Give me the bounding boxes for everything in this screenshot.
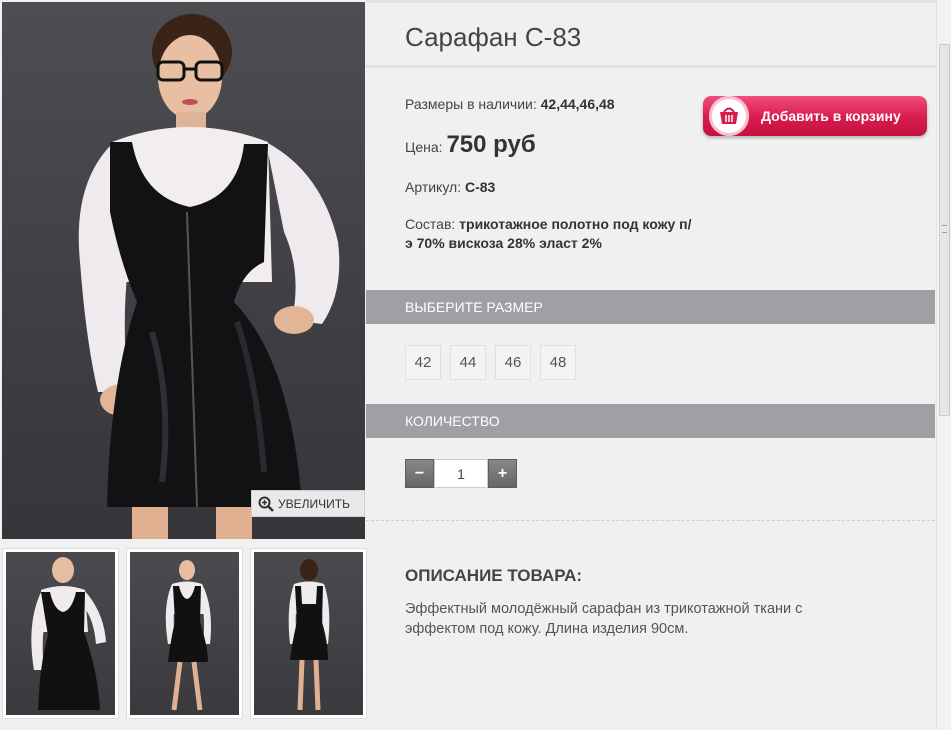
scrollbar-grip-icon — [942, 225, 947, 233]
thumbnail-image — [6, 552, 115, 715]
thumbnail-2[interactable] — [126, 548, 243, 719]
size-option-48[interactable]: 48 — [540, 345, 576, 380]
title-bar: Сарафан С-83 — [366, 0, 936, 68]
model-figure — [78, 14, 340, 539]
divider — [366, 520, 935, 521]
scrollbar-thumb[interactable] — [939, 44, 950, 416]
zoom-button[interactable]: УВЕЛИЧИТЬ — [251, 490, 365, 517]
page-title: Сарафан С-83 — [405, 22, 582, 52]
size-section-header: Выберите размер — [366, 290, 935, 324]
sizes-label: Размеры в наличии: — [405, 96, 537, 112]
size-option-46[interactable]: 46 — [495, 345, 531, 380]
composition: Состав: трикотажное полотно под кожу п/э… — [405, 215, 695, 253]
size-option-44[interactable]: 44 — [450, 345, 486, 380]
vertical-scrollbar[interactable] — [936, 0, 951, 730]
article-value: С-83 — [464, 179, 496, 195]
quantity-increase-button[interactable]: + — [488, 459, 517, 488]
product-main-photo[interactable]: УВЕЛИЧИТЬ — [2, 2, 365, 539]
thumbnail-image — [130, 552, 239, 715]
article-label: Артикул: — [405, 179, 462, 195]
thumbnail-image — [254, 552, 363, 715]
quantity-section-header: Количество — [366, 404, 935, 438]
thumbnail-1[interactable] — [2, 548, 119, 719]
price: Цена: 750 руб — [405, 131, 536, 159]
zoom-label: УВЕЛИЧИТЬ — [278, 496, 350, 511]
add-to-cart-button[interactable]: Добавить в корзину — [703, 96, 927, 136]
sizes-available: Размеры в наличии: 42,44,46,48 — [405, 96, 615, 112]
quantity-input[interactable] — [434, 459, 488, 488]
add-to-cart-label: Добавить в корзину — [761, 108, 901, 124]
size-option-42[interactable]: 42 — [405, 345, 441, 380]
article: Артикул: С-83 — [405, 179, 495, 195]
price-label: Цена: — [405, 139, 443, 155]
price-value: 750 руб — [446, 131, 536, 158]
basket-icon — [709, 96, 749, 136]
description-title: Описание товара: — [405, 566, 583, 585]
quantity-section-title: Количество — [405, 413, 500, 429]
quantity-decrease-button[interactable]: − — [405, 459, 434, 488]
composition-label: Состав: — [405, 216, 456, 232]
thumbnail-3[interactable] — [250, 548, 367, 719]
sizes-value: 42,44,46,48 — [540, 96, 615, 112]
zoom-in-icon — [258, 496, 274, 512]
description-text: Эффектный молодёжный сарафан из трикотаж… — [405, 601, 803, 637]
size-section-title: Выберите размер — [405, 299, 543, 315]
